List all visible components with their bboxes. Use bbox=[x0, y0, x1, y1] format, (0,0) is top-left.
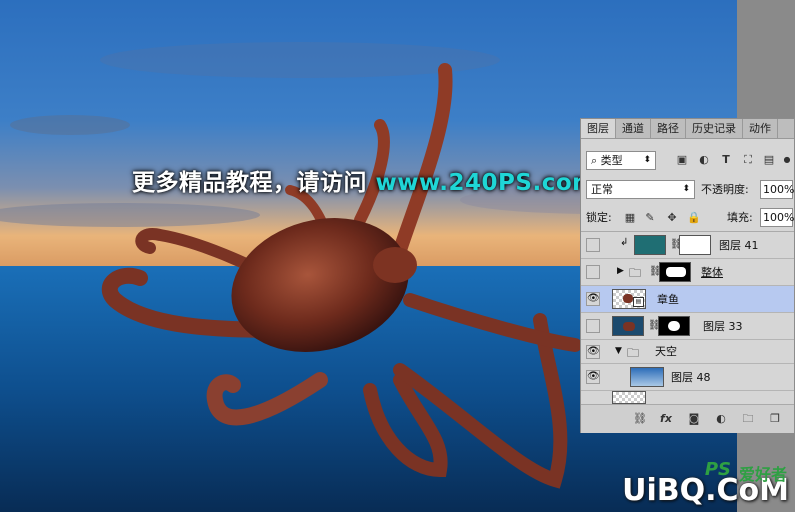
clip-arrow-icon: ↲ bbox=[620, 237, 629, 248]
visibility-toggle[interactable] bbox=[586, 238, 600, 252]
layer-name[interactable]: 天空 bbox=[655, 340, 677, 364]
layer-row-33[interactable]: ⛓ 图层 33 bbox=[581, 313, 794, 340]
adjustment-filter-icon[interactable]: ◐ bbox=[697, 153, 711, 167]
lock-move-icon[interactable]: ✥ bbox=[665, 211, 679, 225]
layer-filter-select[interactable]: ⌕ 类型 ⬍ bbox=[586, 151, 656, 170]
collapse-triangle-icon[interactable]: ▼ bbox=[615, 346, 622, 356]
stepper-icon: ⬍ bbox=[643, 155, 651, 165]
lock-label: 锁定: bbox=[586, 211, 612, 224]
layer-name[interactable]: 章鱼 bbox=[657, 286, 679, 313]
visibility-toggle[interactable] bbox=[586, 345, 600, 359]
fill-input[interactable]: 100% bbox=[760, 208, 794, 227]
layers-bottom-toolbar: ⛓ fx ◙ ◐ 🗀 ❐ bbox=[581, 404, 794, 433]
visibility-toggle[interactable] bbox=[586, 370, 600, 384]
lock-all-icon[interactable]: 🔒 bbox=[687, 211, 701, 225]
layer-name[interactable]: 图层 48 bbox=[671, 364, 711, 391]
image-filter-icon[interactable]: ▣ bbox=[675, 153, 689, 167]
expand-triangle-icon[interactable]: ▶ bbox=[617, 266, 624, 276]
add-mask-icon[interactable]: ◙ bbox=[687, 412, 701, 426]
visibility-toggle[interactable] bbox=[586, 265, 600, 279]
layer-row-partial bbox=[612, 391, 646, 404]
lock-paint-icon[interactable]: ✎ bbox=[643, 211, 657, 225]
layer-group-zhengti[interactable]: ▶ 🗀 ⛓ 整体 bbox=[581, 259, 794, 286]
filter-toggle-icon[interactable]: ● bbox=[780, 153, 794, 167]
opacity-label: 不透明度: bbox=[701, 183, 749, 196]
fill-label: 填充: bbox=[727, 211, 753, 224]
fx-icon[interactable]: fx bbox=[659, 412, 673, 426]
site-logo-ps: PS bbox=[704, 459, 731, 480]
tab-history[interactable]: 历史记录 bbox=[686, 119, 743, 138]
watermark-text: 更多精品教程，请访问 www.240PS.com bbox=[132, 163, 597, 197]
panel-tabs: 图层 通道 路径 历史记录 动作 bbox=[581, 119, 794, 139]
layer-row-octopus[interactable]: ▤ 章鱼 bbox=[581, 286, 794, 313]
layer-thumbnail bbox=[612, 316, 644, 336]
folder-icon: 🗀 bbox=[629, 266, 642, 280]
folder-icon: 🗀 bbox=[627, 346, 640, 360]
layer-group-sky[interactable]: ▼ 🗀 天空 bbox=[581, 340, 794, 364]
blend-mode-value: 正常 bbox=[591, 183, 613, 196]
watermark-message: 更多精品教程，请访问 bbox=[132, 170, 367, 196]
site-logo-tagline: 爱好者 bbox=[738, 465, 787, 484]
adjustment-icon[interactable]: ◐ bbox=[714, 412, 728, 426]
layer-row-41[interactable]: ↲ ⛓ 图层 41 bbox=[581, 232, 794, 259]
layer-name[interactable]: 图层 33 bbox=[703, 313, 743, 340]
visibility-toggle[interactable] bbox=[586, 292, 600, 306]
opacity-input[interactable]: 100% bbox=[760, 180, 794, 199]
layer-name[interactable]: 整体 bbox=[701, 259, 723, 286]
smart-object-filter-icon[interactable]: ▤ bbox=[762, 153, 776, 167]
smart-object-icon: ▤ bbox=[633, 297, 644, 307]
layer-thumbnail bbox=[634, 235, 666, 255]
stepper-icon: ⬍ bbox=[682, 184, 690, 194]
new-group-icon[interactable]: 🗀 bbox=[741, 412, 755, 426]
layer-row-48[interactable]: 图层 48 bbox=[581, 364, 794, 391]
layer-mask-thumbnail[interactable] bbox=[659, 262, 691, 282]
layers-panel: 图层 通道 路径 历史记录 动作 ⌕ 类型 ⬍ ▣ ◐ T ⛶ ▤ ● 正常 ⬍… bbox=[580, 118, 795, 433]
layers-list: ↲ ⛓ 图层 41 ▶ 🗀 ⛓ 整体 ▤ 章鱼 bbox=[581, 231, 794, 404]
visibility-toggle[interactable] bbox=[586, 319, 600, 333]
blend-mode-select[interactable]: 正常 ⬍ bbox=[586, 180, 695, 199]
layer-mask-thumbnail[interactable] bbox=[658, 316, 690, 336]
tab-layers[interactable]: 图层 bbox=[581, 119, 616, 138]
smart-object-thumbnail: ▤ bbox=[612, 289, 646, 309]
new-layer-icon[interactable]: ❐ bbox=[768, 412, 782, 426]
watermark-url: www.240PS.com bbox=[375, 170, 597, 196]
shape-filter-icon[interactable]: ⛶ bbox=[741, 153, 755, 167]
link-icon[interactable]: ⛓ bbox=[633, 412, 647, 426]
search-icon: ⌕ bbox=[591, 154, 598, 167]
layer-thumbnail bbox=[630, 367, 664, 387]
layer-filter-value: 类型 bbox=[600, 154, 623, 167]
text-filter-icon[interactable]: T bbox=[719, 153, 733, 167]
tab-channels[interactable]: 通道 bbox=[616, 119, 651, 138]
tab-actions[interactable]: 动作 bbox=[743, 119, 778, 138]
site-logo: PS 爱好者 UiBQ.CoM bbox=[622, 459, 789, 508]
tab-paths[interactable]: 路径 bbox=[651, 119, 686, 138]
layer-mask-thumbnail[interactable] bbox=[679, 235, 711, 255]
lock-transparent-icon[interactable]: ▦ bbox=[623, 211, 637, 225]
layer-name[interactable]: 图层 41 bbox=[719, 232, 759, 259]
